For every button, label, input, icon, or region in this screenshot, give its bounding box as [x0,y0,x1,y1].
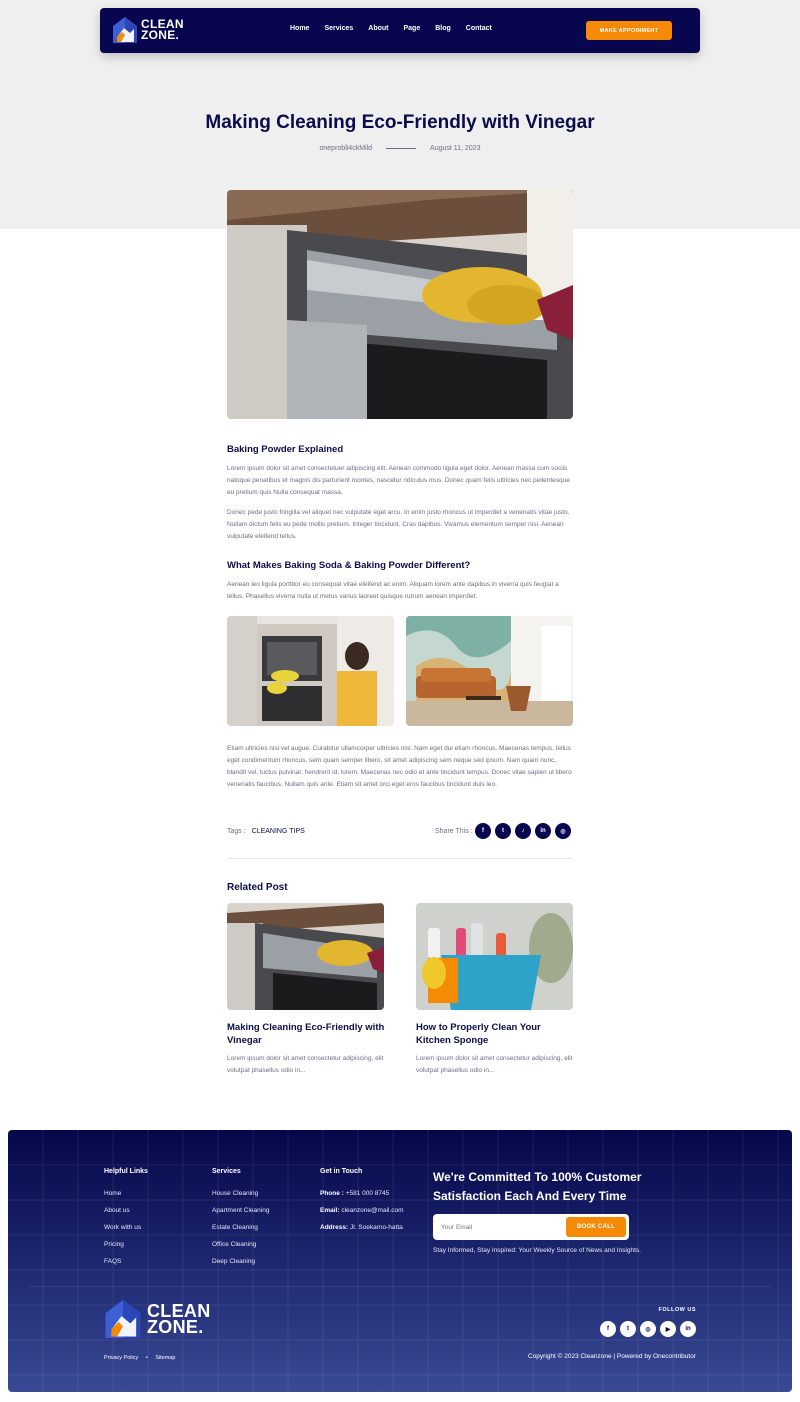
section2-paragraph1: Aenean leo ligula porttitor eu consequat… [227,581,559,600]
related-excerpt-2: Lorem ipsum dolor sit amet consectetur a… [416,1055,573,1074]
facebook-icon[interactable]: f [475,823,491,839]
nav-contact[interactable]: Contact [466,25,492,32]
tags-row: Tags : CLEANING TIPS [227,828,305,835]
email-value[interactable]: cleanzone@mail.com [341,1207,403,1214]
sitemap-link[interactable]: Sitemap [155,1355,175,1361]
related-title-2[interactable]: How to Properly Clean Your Kitchen Spong… [416,1021,576,1047]
tags-label: Tags : [227,828,246,835]
section2-paragraph2: Etiam ultricies nisi vel augue. Curabitu… [227,745,572,788]
meta-divider [386,148,417,149]
featured-image [227,190,573,419]
footer-link-pricing[interactable]: Pricing [104,1241,124,1248]
oven-cleaning-image [227,616,394,726]
service-house[interactable]: House Cleaning [212,1190,258,1197]
tag-cleaning-tips[interactable]: CLEANING TIPS [252,828,305,835]
share-icons: f t ♪ in ◎ [475,823,571,839]
service-apartment[interactable]: Apartment Cleaning [212,1207,269,1214]
linkedin-icon[interactable]: in [680,1321,696,1337]
twitter-icon[interactable]: t [620,1321,636,1337]
footer-logo[interactable]: CLEAN ZONE. [104,1298,211,1340]
main-nav: Home Services About Page Blog Contact [290,25,507,32]
tiktok-icon[interactable]: ♪ [515,823,531,839]
post-author[interactable]: oneprobli4ckMild [320,145,373,152]
share-label: Share This : [435,828,473,835]
living-room-image [406,616,573,726]
footer-logo-line2: ZONE. [147,1317,204,1337]
footer-social-icons: f t ◎ ▶ in [600,1321,696,1337]
email-label: Email: [320,1207,340,1214]
contact-phone: Phone : +581 000 8745 [320,1190,389,1197]
linkedin-icon[interactable]: in [535,823,551,839]
house-icon [112,16,138,44]
section1-paragraph1: Lorem ipsum dolor sit amet consectetuer … [227,465,570,496]
nav-home[interactable]: Home [290,25,309,32]
section1-heading: Baking Powder Explained [227,444,344,455]
address-label: Address: [320,1224,349,1231]
make-appointment-button[interactable]: MAKE APPOINMENT [586,21,672,40]
book-call-button[interactable]: BOOK CALL [566,1217,626,1237]
footer: Helpful Links Home About us Work with us… [8,1130,792,1392]
footer-link-about[interactable]: About us [104,1207,130,1214]
post-meta: oneprobli4ckMild August 11, 2023 [0,145,800,152]
youtube-icon[interactable]: ▶ [660,1321,676,1337]
content-divider [227,858,573,859]
contact-email: Email: cleanzone@mail.com [320,1207,404,1214]
instagram-icon[interactable]: ◎ [555,823,571,839]
logo[interactable]: CLEAN ZONE. [112,16,184,44]
phone-label: Phone : [320,1190,344,1197]
instagram-icon[interactable]: ◎ [640,1321,656,1337]
navbar: CLEAN ZONE. Home Services About Page Blo… [100,8,700,53]
logo-line2: ZONE. [141,28,180,42]
services-title: Services [212,1168,241,1175]
footer-link-faqs[interactable]: FAQS [104,1258,121,1265]
follow-us-label: FOLLOW US [658,1307,696,1313]
contact-address: Address: Jl. Soekarno-hatta [320,1224,403,1231]
footer-legal-links: Privacy Policy • Sitemap [104,1355,175,1361]
section2-heading: What Makes Baking Soda & Baking Powder D… [227,560,471,571]
address-value: Jl. Soekarno-hatta [350,1224,403,1231]
house-icon [105,1300,141,1338]
service-office[interactable]: Office Cleaning [212,1241,256,1248]
phone-value[interactable]: +581 000 8745 [346,1190,390,1197]
service-deep[interactable]: Deep Cleaning [212,1258,255,1265]
link-separator: • [145,1355,148,1361]
post-date: August 11, 2023 [430,145,481,152]
related-title-1[interactable]: Making Cleaning Eco-Friendly with Vinega… [227,1021,387,1047]
email-input[interactable] [441,1220,551,1234]
nav-services[interactable]: Services [324,25,353,32]
service-estate[interactable]: Estate Cleaning [212,1224,258,1231]
facebook-icon[interactable]: f [600,1321,616,1337]
newsletter-text: Stay Informed, Stay Inspired: Your Weekl… [433,1247,641,1254]
footer-divider [28,1286,772,1287]
nav-blog[interactable]: Blog [435,25,451,32]
helpful-links-title: Helpful Links [104,1168,148,1175]
copyright-text: Copyright © 2023 Cleanzone | Powered by … [528,1353,696,1360]
subscribe-form: BOOK CALL [433,1214,629,1240]
related-heading: Related Post [227,882,288,893]
footer-link-work[interactable]: Work with us [104,1224,141,1231]
commitment-heading: We're Committed To 100% Customer Satisfa… [433,1170,642,1203]
privacy-policy-link[interactable]: Privacy Policy [104,1355,138,1361]
footer-link-home[interactable]: Home [104,1190,121,1197]
related-image-1[interactable] [227,903,384,1010]
page-title: Making Cleaning Eco-Friendly with Vinega… [205,112,595,133]
section1-paragraph2: Donec pede justo fringilla vel aliquet n… [227,509,570,540]
nav-about[interactable]: About [368,25,388,32]
nav-page[interactable]: Page [403,25,420,32]
contact-title: Get in Touch [320,1168,363,1175]
related-excerpt-1: Lorem ipsum dolor sit amet consectetur a… [227,1055,384,1074]
twitter-icon[interactable]: t [495,823,511,839]
related-image-2[interactable] [416,903,573,1010]
